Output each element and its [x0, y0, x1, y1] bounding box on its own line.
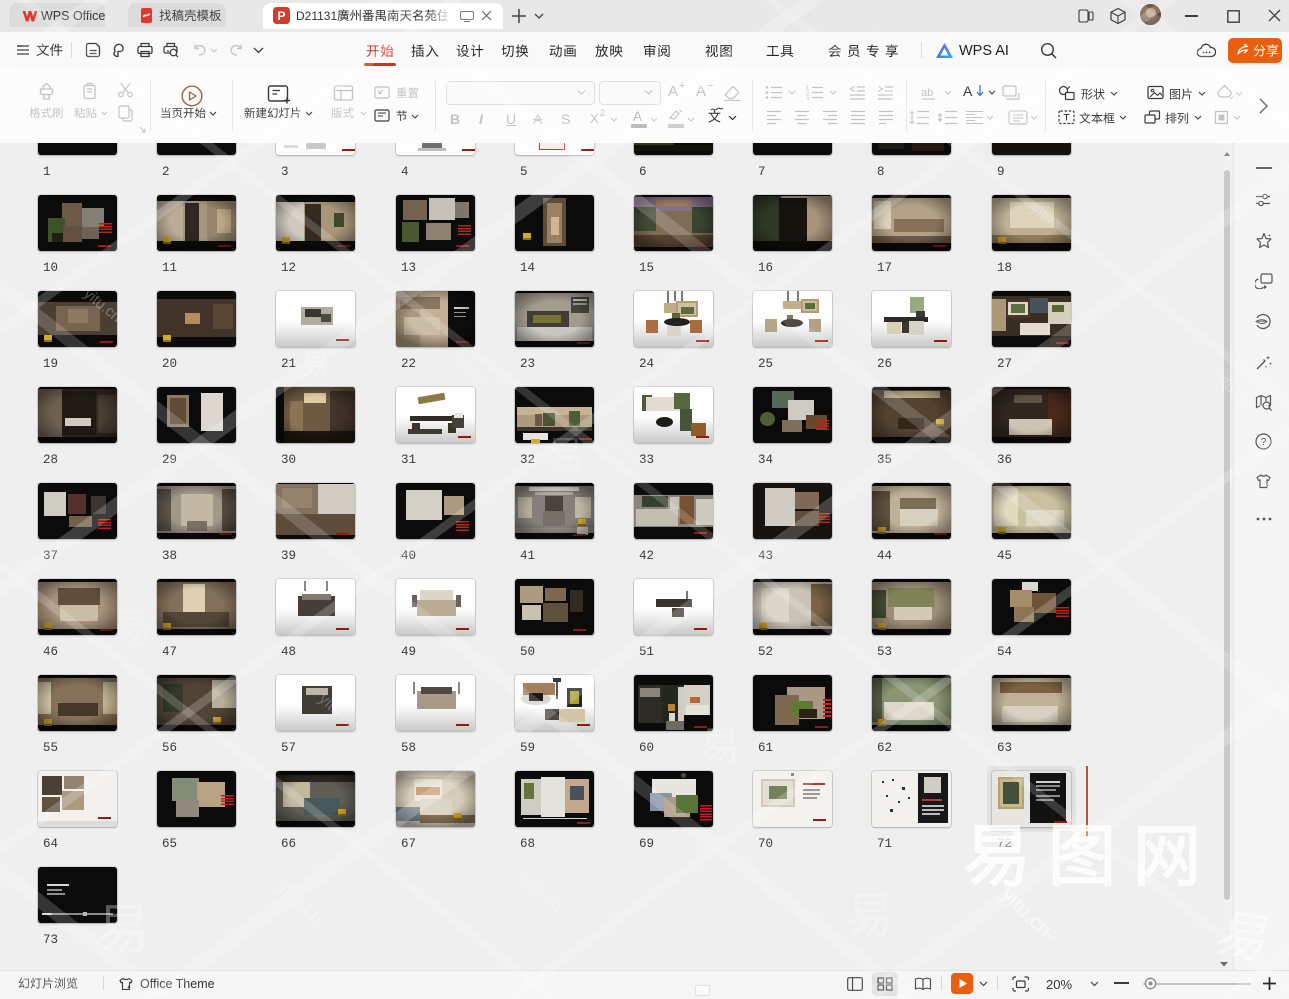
svg-text:?: ? — [1261, 437, 1267, 448]
svg-text:ab: ab — [921, 87, 933, 99]
svg-text:P: P — [277, 9, 285, 23]
svg-text:3: 3 — [806, 98, 810, 101]
